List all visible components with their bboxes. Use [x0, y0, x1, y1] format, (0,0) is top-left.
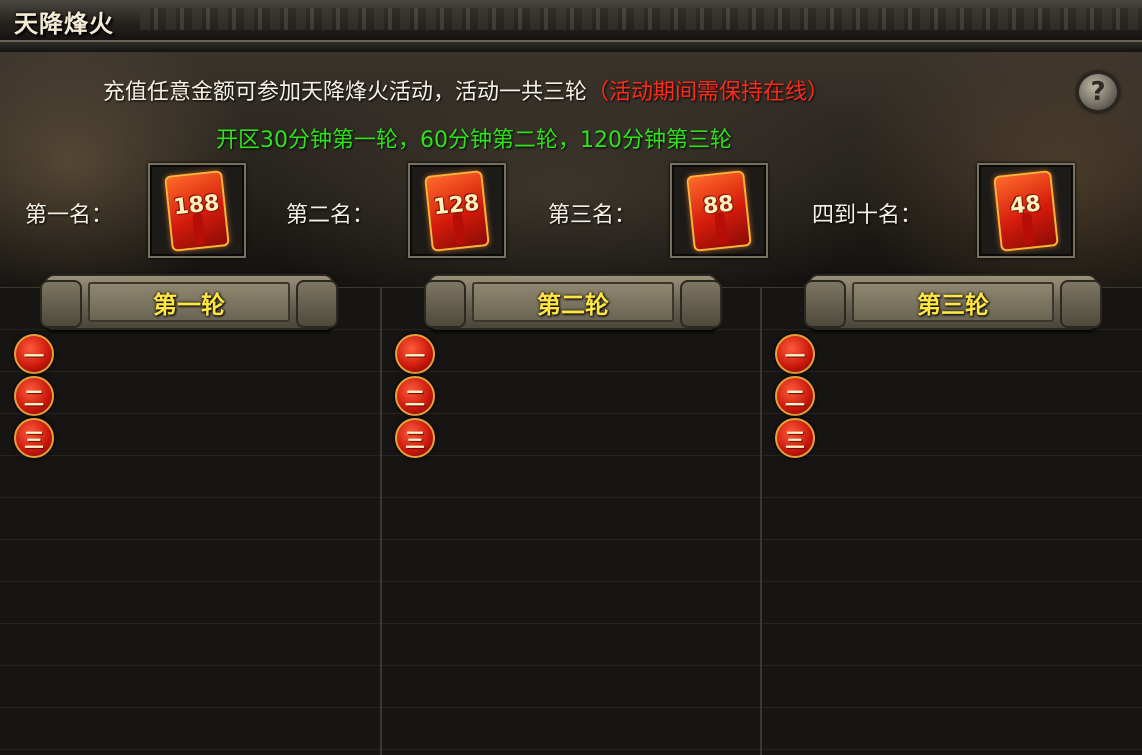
rank-medal-1: 一 — [775, 334, 815, 374]
title-divider — [0, 42, 1142, 52]
event-description-main: 充值任意金额可参加天降烽火活动，活动一共三轮 — [103, 80, 588, 105]
event-description: 充值任意金额可参加天降烽火活动，活动一共三轮（活动期间需保持在线） — [103, 74, 829, 106]
round-tab-label: 第一轮 — [88, 282, 290, 322]
reward-label-fourth-to-tenth: 四到十名： — [812, 203, 923, 228]
rank-medal-2: 二 — [14, 376, 54, 416]
round-tab-3[interactable]: 第三轮 — [804, 274, 1102, 330]
question-mark-icon: ? — [1090, 77, 1106, 107]
title-bar: 天降烽火 — [0, 0, 1142, 42]
round-tab-2[interactable]: 第二轮 — [424, 274, 722, 330]
help-button[interactable]: ? — [1077, 72, 1119, 112]
red-envelope-icon: 188 — [164, 169, 230, 252]
reward-amount: 188 — [172, 190, 221, 220]
reward-slot-second[interactable]: 128 — [408, 163, 506, 258]
rank-medal-1: 一 — [14, 334, 54, 374]
window-title: 天降烽火 — [14, 10, 114, 38]
round-columns: 第一轮 第二轮 第三轮 一 二 三 一 二 三 一 二 三 — [0, 274, 1142, 755]
reward-slot-first[interactable]: 188 — [148, 163, 246, 258]
red-envelope-icon: 128 — [424, 169, 490, 252]
reward-amount: 48 — [1008, 190, 1042, 220]
rank-medal-3: 三 — [14, 418, 54, 458]
round-column-1 — [0, 288, 380, 755]
red-envelope-icon: 48 — [993, 169, 1059, 252]
round-tab-label: 第二轮 — [472, 282, 674, 322]
reward-label-first: 第一名： — [25, 203, 114, 228]
reward-slot-fourth-to-tenth[interactable]: 48 — [977, 163, 1075, 258]
reward-slot-third[interactable]: 88 — [670, 163, 768, 258]
rank-medal-1: 一 — [395, 334, 435, 374]
round-column-2 — [382, 288, 760, 755]
online-requirement-note: （活动期间需保持在线） — [587, 80, 830, 105]
rank-medal-2: 二 — [775, 376, 815, 416]
round-column-3 — [762, 288, 1142, 755]
round-tab-label: 第三轮 — [852, 282, 1054, 322]
reward-label-third: 第三名： — [548, 203, 637, 228]
rank-medal-2: 二 — [395, 376, 435, 416]
reward-amount: 128 — [432, 190, 481, 220]
round-tab-1[interactable]: 第一轮 — [40, 274, 338, 330]
rank-medal-3: 三 — [395, 418, 435, 458]
rank-medal-3: 三 — [775, 418, 815, 458]
round-schedule: 开区30分钟第一轮，60分钟第二轮，120分钟第三轮 — [216, 128, 732, 153]
reward-label-second: 第二名： — [286, 203, 375, 228]
reward-amount: 88 — [701, 190, 735, 220]
red-envelope-icon: 88 — [686, 169, 752, 252]
